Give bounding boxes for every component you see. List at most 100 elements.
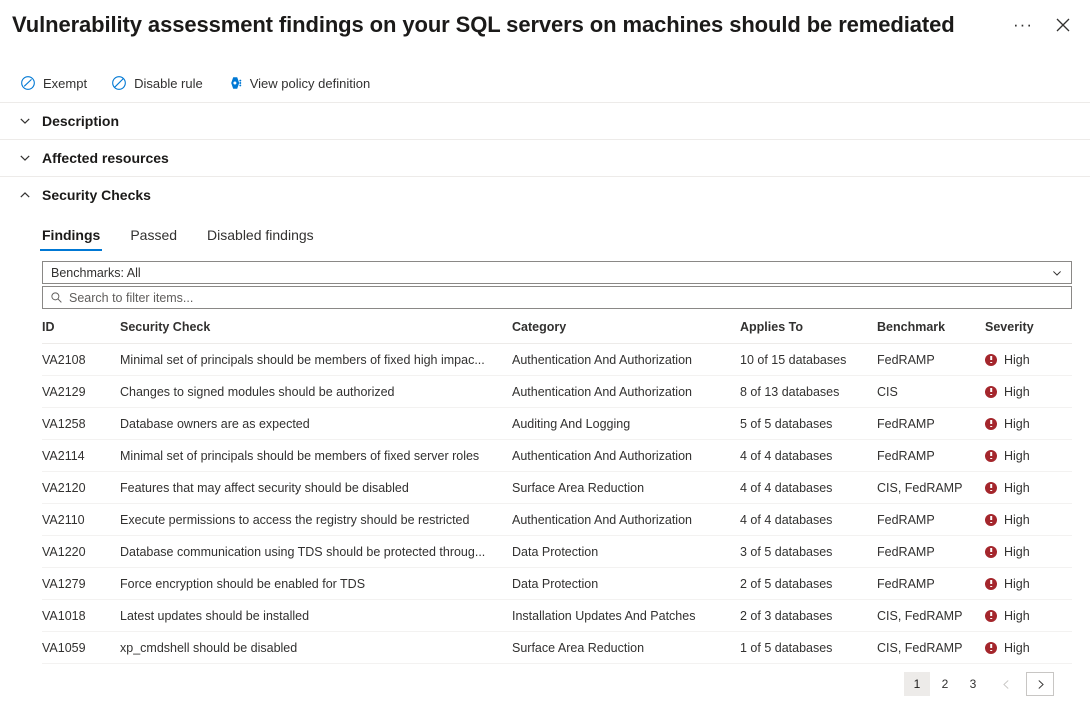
chevron-up-icon (18, 188, 32, 202)
disable-rule-button[interactable]: Disable rule (109, 72, 205, 94)
search-filter-box[interactable] (42, 286, 1072, 309)
chevron-down-icon (18, 114, 32, 128)
exempt-icon (20, 75, 36, 91)
severity-label: High (1004, 385, 1030, 399)
search-icon (50, 291, 63, 304)
section-affected-resources[interactable]: Affected resources (0, 139, 1090, 176)
close-icon (1055, 17, 1071, 33)
titlebar-actions: ··· (1004, 0, 1082, 50)
column-header-applies-to[interactable]: Applies To (740, 320, 877, 344)
section-security-checks[interactable]: Security Checks (0, 176, 1090, 213)
cell-benchmark: CIS, FedRAMP (877, 632, 985, 664)
cell-severity: High (985, 376, 1072, 408)
cell-severity: High (985, 600, 1072, 632)
close-button[interactable] (1044, 6, 1082, 44)
section-description[interactable]: Description (0, 102, 1090, 139)
cell-severity: High (985, 344, 1072, 376)
table-header: ID Security Check Category Applies To Be… (42, 320, 1072, 344)
disable-rule-label: Disable rule (134, 76, 203, 91)
page-button-3[interactable]: 3 (960, 672, 986, 696)
section-description-label: Description (42, 113, 119, 129)
cell-applies-to: 2 of 3 databases (740, 600, 877, 632)
table-row[interactable]: VA1279 Force encryption should be enable… (42, 568, 1072, 600)
severity-high-icon (985, 514, 997, 526)
severity-high-icon (985, 546, 997, 558)
table-row[interactable]: VA2108 Minimal set of principals should … (42, 344, 1072, 376)
column-header-id[interactable]: ID (42, 320, 120, 344)
cell-severity: High (985, 632, 1072, 664)
page-button-1[interactable]: 1 (904, 672, 930, 696)
ellipsis-icon: ··· (1013, 21, 1033, 29)
table-row[interactable]: VA1059 xp_cmdshell should be disabled Su… (42, 632, 1072, 664)
column-header-benchmark[interactable]: Benchmark (877, 320, 985, 344)
table-row[interactable]: VA1018 Latest updates should be installe… (42, 600, 1072, 632)
chevron-right-icon (1035, 679, 1046, 690)
exempt-label: Exempt (43, 76, 87, 91)
column-header-security-check[interactable]: Security Check (120, 320, 512, 344)
cell-security-check: Execute permissions to access the regist… (120, 504, 512, 536)
cell-severity: High (985, 408, 1072, 440)
cell-id: VA1220 (42, 536, 120, 568)
cell-applies-to: 2 of 5 databases (740, 568, 877, 600)
severity-label: High (1004, 641, 1030, 655)
cell-id: VA2129 (42, 376, 120, 408)
cell-security-check: Minimal set of principals should be memb… (120, 344, 512, 376)
severity-label: High (1004, 609, 1030, 623)
section-security-checks-label: Security Checks (42, 187, 151, 203)
cell-security-check: Database owners are as expected (120, 408, 512, 440)
previous-page-button (992, 672, 1020, 696)
tab-findings[interactable]: Findings (40, 227, 102, 251)
cell-category: Authentication And Authorization (512, 344, 740, 376)
table-row[interactable]: VA2120 Features that may affect security… (42, 472, 1072, 504)
cell-applies-to: 1 of 5 databases (740, 632, 877, 664)
cell-severity: High (985, 472, 1072, 504)
table-body: VA2108 Minimal set of principals should … (42, 344, 1072, 664)
page-button-2[interactable]: 2 (932, 672, 958, 696)
cell-category: Surface Area Reduction (512, 632, 740, 664)
cell-category: Data Protection (512, 536, 740, 568)
severity-high-icon (985, 642, 997, 654)
column-header-category[interactable]: Category (512, 320, 740, 344)
cell-severity: High (985, 568, 1072, 600)
severity-label: High (1004, 577, 1030, 591)
cell-benchmark: FedRAMP (877, 568, 985, 600)
cell-applies-to: 4 of 4 databases (740, 472, 877, 504)
chevron-left-icon (1001, 679, 1012, 690)
chevron-down-icon (1051, 267, 1063, 279)
benchmarks-dropdown[interactable]: Benchmarks: All (42, 261, 1072, 284)
chevron-down-icon (18, 151, 32, 165)
severity-high-icon (985, 610, 997, 622)
table-row[interactable]: VA1220 Database communication using TDS … (42, 536, 1072, 568)
severity-label: High (1004, 449, 1030, 463)
severity-label: High (1004, 513, 1030, 527)
cell-benchmark: FedRAMP (877, 504, 985, 536)
severity-label: High (1004, 545, 1030, 559)
security-checks-body: Findings Passed Disabled findings Benchm… (0, 217, 1090, 696)
tab-disabled-findings[interactable]: Disabled findings (205, 227, 316, 251)
severity-label: High (1004, 417, 1030, 431)
findings-table: ID Security Check Category Applies To Be… (42, 320, 1072, 664)
cell-applies-to: 4 of 4 databases (740, 440, 877, 472)
findings-tablist: Findings Passed Disabled findings (0, 217, 1090, 251)
severity-high-icon (985, 354, 997, 366)
next-page-button[interactable] (1026, 672, 1054, 696)
table-row[interactable]: VA1258 Database owners are as expected A… (42, 408, 1072, 440)
cell-category: Installation Updates And Patches (512, 600, 740, 632)
cell-security-check: Changes to signed modules should be auth… (120, 376, 512, 408)
more-options-button[interactable]: ··· (1004, 6, 1042, 44)
filter-area: Benchmarks: All (0, 251, 1090, 309)
exempt-button[interactable]: Exempt (18, 72, 89, 94)
search-input[interactable] (69, 291, 1063, 305)
cell-id: VA2108 (42, 344, 120, 376)
cell-security-check: Features that may affect security should… (120, 472, 512, 504)
column-header-severity[interactable]: Severity (985, 320, 1072, 344)
cell-security-check: Minimal set of principals should be memb… (120, 440, 512, 472)
table-row[interactable]: VA2129 Changes to signed modules should … (42, 376, 1072, 408)
view-policy-definition-button[interactable]: View policy definition (225, 72, 372, 94)
table-row[interactable]: VA2110 Execute permissions to access the… (42, 504, 1072, 536)
severity-high-icon (985, 482, 997, 494)
severity-label: High (1004, 353, 1030, 367)
table-row[interactable]: VA2114 Minimal set of principals should … (42, 440, 1072, 472)
block-icon (111, 75, 127, 91)
tab-passed[interactable]: Passed (128, 227, 179, 251)
